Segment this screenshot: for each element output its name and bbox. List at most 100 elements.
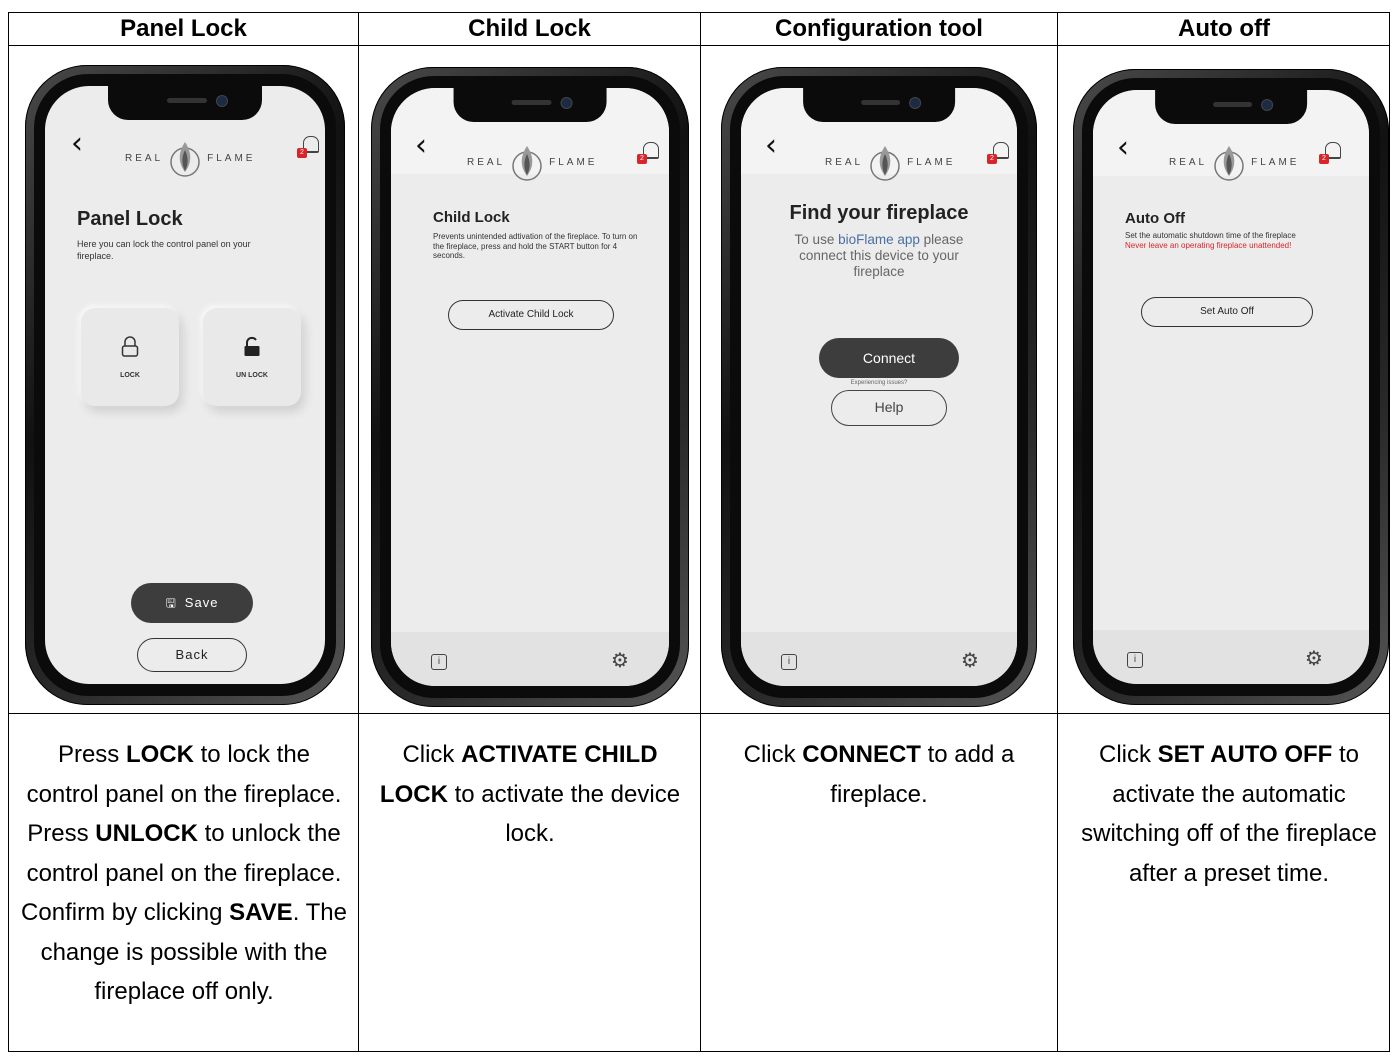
- real-flame-logo: REAL FLAME: [467, 142, 597, 182]
- lock-tile[interactable]: LOCK: [81, 308, 179, 406]
- set-auto-off-button[interactable]: Set Auto Off: [1141, 297, 1313, 327]
- warning-text: Never leave an operating fireplace unatt…: [1125, 240, 1292, 250]
- issues-text: Experiencing issues?: [850, 380, 908, 386]
- column-title-panel-lock: Panel Lock: [120, 15, 247, 42]
- screen-description: To use bioFlame app please connect this …: [791, 232, 967, 280]
- phone-notch: [108, 86, 262, 120]
- bell-icon[interactable]: 2: [637, 142, 659, 164]
- app-name: bioFlame app: [838, 232, 920, 247]
- chevron-left-icon[interactable]: ‹: [71, 126, 83, 161]
- phone-auto-off: ‹ REAL FLAME 2 Auto Off Set the automati…: [1073, 69, 1389, 705]
- lock-label: LOCK: [120, 372, 140, 379]
- description-text: Set the automatic shutdown time of the f…: [1125, 231, 1296, 240]
- flame-logo-icon: [870, 146, 900, 181]
- activate-child-lock-button[interactable]: Activate Child Lock: [448, 300, 614, 330]
- notification-badge: 2: [987, 154, 997, 164]
- screen-description: Here you can lock the control panel on y…: [77, 239, 251, 261]
- desc-text: Click: [402, 741, 462, 768]
- help-button[interactable]: Help: [831, 390, 947, 426]
- bottom-bar: i ⚙: [741, 632, 1017, 686]
- logo-text-left: REAL: [825, 156, 864, 168]
- lock-icon: [121, 336, 139, 357]
- notification-badge: 2: [297, 148, 307, 158]
- connect-button[interactable]: Connect: [819, 338, 959, 378]
- info-icon[interactable]: i: [1127, 652, 1143, 668]
- logo-text-right: FLAME: [907, 156, 956, 168]
- back-button[interactable]: Back: [137, 638, 247, 672]
- phone-screen: ‹ REAL FLAME 2 Auto Off Set the automati…: [1093, 90, 1369, 684]
- desc-bold: SET AUTO OFF: [1157, 741, 1333, 768]
- desc-bold: UNLOCK: [95, 820, 198, 847]
- logo-text-left: REAL: [467, 156, 506, 168]
- logo-text-right: FLAME: [207, 152, 256, 164]
- phone-panel-lock: ‹ REAL FLAME 2 Panel Lock Here you can l…: [25, 65, 345, 705]
- flame-logo-icon: [512, 146, 542, 181]
- desc-text: to activate the device lock.: [447, 780, 681, 848]
- gear-icon[interactable]: ⚙: [961, 648, 979, 672]
- save-icon: 🖫: [165, 596, 177, 610]
- row-divider: [9, 713, 1389, 714]
- header-divider: [9, 45, 1389, 46]
- screen-heading: Child Lock: [433, 209, 510, 226]
- instruction-table: Panel Lock Child Lock Configuration tool…: [8, 12, 1390, 1052]
- unlock-label: UN LOCK: [236, 372, 268, 379]
- phone-configuration-tool: ‹ REAL FLAME 2 Find your fireplace To us…: [721, 67, 1037, 707]
- gear-icon[interactable]: ⚙: [611, 648, 629, 672]
- screen-description: Set the automatic shutdown time of the f…: [1125, 231, 1330, 250]
- phone-child-lock: ‹ REAL FLAME 2 Child Lock Prevents unint…: [371, 67, 689, 707]
- chevron-left-icon[interactable]: ‹: [1117, 130, 1129, 165]
- real-flame-logo: REAL FLAME: [825, 142, 955, 182]
- phone-screen: ‹ REAL FLAME 2 Panel Lock Here you can l…: [45, 86, 325, 684]
- save-label: Save: [184, 595, 219, 610]
- description-panel-lock: Press LOCK to lock the control panel on …: [19, 735, 349, 1012]
- real-flame-logo: REAL FLAME: [1169, 142, 1299, 182]
- screen-description: Prevents unintended adtivation of the fi…: [433, 232, 638, 260]
- bottom-bar: i ⚙: [391, 632, 669, 686]
- save-button[interactable]: 🖫 Save: [131, 583, 253, 623]
- notification-badge: 2: [1319, 154, 1329, 164]
- bell-icon[interactable]: 2: [297, 136, 319, 158]
- phone-notch: [803, 88, 955, 122]
- chevron-left-icon[interactable]: ‹: [415, 128, 427, 163]
- phone-notch: [453, 88, 607, 122]
- bell-icon[interactable]: 2: [987, 142, 1009, 164]
- column-divider: [1057, 13, 1058, 1051]
- phone-screen: ‹ REAL FLAME 2 Find your fireplace To us…: [741, 88, 1017, 686]
- description-part: To use: [794, 232, 839, 247]
- desc-bold: CONNECT: [802, 741, 921, 768]
- bell-icon[interactable]: 2: [1319, 142, 1341, 164]
- unlock-tile[interactable]: UN LOCK: [203, 308, 301, 406]
- description-configuration-tool: Click CONNECT to add a fireplace.: [714, 735, 1044, 814]
- unlock-icon: [244, 336, 260, 356]
- desc-bold: SAVE: [229, 899, 293, 926]
- column-title-auto-off: Auto off: [1178, 15, 1270, 42]
- description-child-lock: Click ACTIVATE CHILD LOCK to activate th…: [369, 735, 691, 854]
- screen-heading: Auto Off: [1125, 210, 1185, 227]
- gear-icon[interactable]: ⚙: [1305, 646, 1323, 670]
- screen-heading: Find your fireplace: [789, 202, 969, 224]
- notification-badge: 2: [637, 154, 647, 164]
- logo-text-left: REAL: [125, 152, 164, 164]
- chevron-left-icon[interactable]: ‹: [765, 128, 777, 163]
- real-flame-logo: REAL FLAME: [125, 138, 255, 178]
- description-auto-off: Click SET AUTO OFF to activate the autom…: [1079, 735, 1379, 893]
- bottom-bar: i ⚙: [1093, 630, 1369, 684]
- desc-text: Click: [743, 741, 803, 768]
- logo-text-left: REAL: [1169, 156, 1208, 168]
- column-title-configuration-tool: Configuration tool: [775, 15, 983, 42]
- flame-logo-icon: [170, 142, 200, 177]
- logo-text-right: FLAME: [1251, 156, 1300, 168]
- column-divider: [358, 13, 359, 1051]
- info-icon[interactable]: i: [781, 654, 797, 670]
- flame-logo-icon: [1214, 146, 1244, 181]
- desc-bold: LOCK: [125, 741, 194, 768]
- phone-notch: [1155, 90, 1307, 124]
- desc-text: Click: [1098, 741, 1158, 768]
- column-divider: [700, 13, 701, 1051]
- desc-text: Press: [57, 741, 126, 768]
- logo-text-right: FLAME: [549, 156, 598, 168]
- phone-screen: ‹ REAL FLAME 2 Child Lock Prevents unint…: [391, 88, 669, 686]
- info-icon[interactable]: i: [431, 654, 447, 670]
- column-title-child-lock: Child Lock: [468, 15, 591, 42]
- screen-heading: Panel Lock: [77, 208, 183, 230]
